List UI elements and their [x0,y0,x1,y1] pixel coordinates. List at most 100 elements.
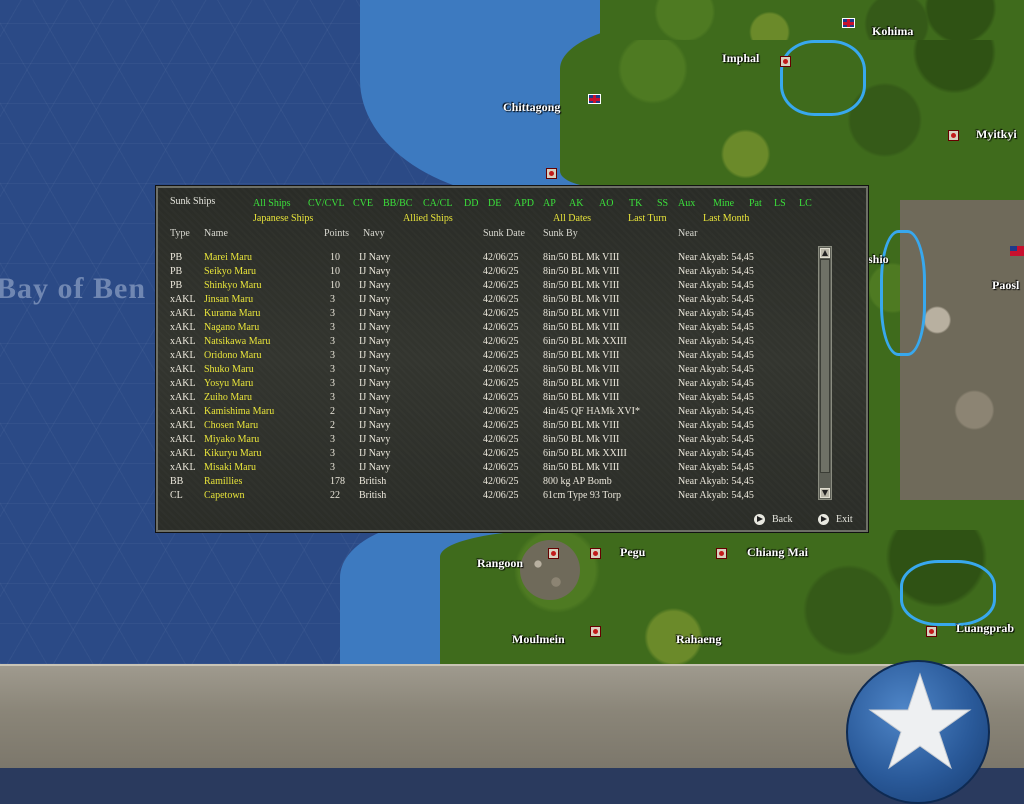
cell-near: Near Akyab: 54,45 [678,364,754,375]
filter-allied-ships[interactable]: Allied Ships [403,213,453,224]
filter-all-ships[interactable]: All Ships [253,198,291,209]
filter-apd[interactable]: APD [514,198,534,209]
unit-marker-icon[interactable] [590,626,601,637]
filter-tk[interactable]: TK [629,198,642,209]
table-row[interactable]: xAKL Yosyu Maru 3 IJ Navy 42/06/25 8in/50 BL … [158,378,818,392]
table-row[interactable]: xAKL Oridono Maru 3 IJ Navy 42/06/25 8in/50 B… [158,350,818,364]
place-label: Pegu [620,545,646,559]
filter-lc[interactable]: LC [799,198,812,209]
cell-points: 22 [330,490,340,501]
filter-cv-cvl[interactable]: CV/CVL [308,198,345,209]
cell-points: 3 [330,392,335,403]
cell-name: Chosen Maru [204,420,259,431]
scroll-up-button[interactable] [820,248,830,258]
cell-sunk-date: 42/06/25 [483,462,519,473]
column-header-near[interactable]: Near [678,228,697,239]
cell-type: xAKL [170,308,196,319]
cell-sunk-by: 8in/50 BL Mk VIII [543,392,620,403]
cell-type: PB [170,280,183,291]
unit-marker-icon[interactable] [590,548,601,559]
exit-button[interactable]: Exit [818,514,853,526]
allied-star-emblem-icon[interactable] [846,660,990,804]
filter-ao[interactable]: AO [599,198,613,209]
table-row[interactable]: xAKL Chosen Maru 2 IJ Navy 42/06/25 8in/50 BL… [158,420,818,434]
column-header-sunk-date[interactable]: Sunk Date [483,228,525,239]
arrow-right-icon [754,514,765,526]
filter-bb-bc[interactable]: BB/BC [383,198,412,209]
unit-marker-icon[interactable] [548,548,559,559]
back-button[interactable]: Back [754,514,793,526]
place-label: Chittagong [503,100,561,114]
cell-sunk-by: 8in/50 BL Mk VIII [543,322,620,333]
filter-ls[interactable]: LS [774,198,786,209]
table-row[interactable]: xAKL Kamishima Maru 2 IJ Navy 42/06/25 4in/45… [158,406,818,420]
unit-marker-icon[interactable] [716,548,727,559]
table-row[interactable]: PB Shinkyo Maru 10 IJ Navy 42/06/25 8in/50 BL… [158,280,818,294]
table-row[interactable]: xAKL Shuko Maru 3 IJ Navy 42/06/25 8in/50 BL … [158,364,818,378]
table-row[interactable]: xAKL Natsikawa Maru 3 IJ Navy 42/06/25 6in/50… [158,336,818,350]
column-header-navy[interactable]: Navy [363,228,385,239]
filter-aux[interactable]: Aux [678,198,695,209]
place-label: Imphal [722,51,760,65]
scroll-down-button[interactable] [820,488,830,498]
filter-ca-cl[interactable]: CA/CL [423,198,452,209]
table-scrollbar[interactable] [818,246,832,500]
china-flag-icon[interactable] [1010,246,1024,256]
column-header-points[interactable]: Points [324,228,349,239]
cell-sunk-by: 4in/45 QF HAMk XVI* [543,406,640,417]
column-header-type[interactable]: Type [170,228,190,239]
table-row[interactable]: xAKL Kikuryu Maru 3 IJ Navy 42/06/25 6in/50 B… [158,448,818,462]
filter-all-dates[interactable]: All Dates [553,213,591,224]
cell-navy: IJ Navy [359,406,391,417]
unit-marker-icon[interactable] [926,626,937,637]
cell-type: xAKL [170,462,196,473]
unit-marker-icon[interactable] [546,168,557,179]
filter-mine[interactable]: Mine [713,198,734,209]
unit-marker-icon[interactable] [948,130,959,141]
filter-cve[interactable]: CVE [353,198,373,209]
unit-marker-icon[interactable] [780,56,791,67]
place-label: shio [868,252,889,266]
filter-de[interactable]: DE [488,198,501,209]
cell-type: PB [170,266,183,277]
cell-type: CL [170,490,183,501]
table-row[interactable]: xAKL Nagano Maru 3 IJ Navy 42/06/25 8in/50 BL… [158,322,818,336]
cell-name: Capetown [204,490,245,501]
filter-last-turn[interactable]: Last Turn [628,213,667,224]
cell-navy: IJ Navy [359,280,391,291]
filter-dd[interactable]: DD [464,198,478,209]
scrollbar-thumb[interactable] [820,259,830,473]
table-row[interactable]: xAKL Misaki Maru 3 IJ Navy 42/06/25 8in/50 BL… [158,462,818,476]
river [900,560,996,626]
table-row[interactable]: PB Marei Maru 10 IJ Navy 42/06/25 8in/50 BL M… [158,252,818,266]
uk-flag-icon[interactable] [842,18,855,28]
cell-type: xAKL [170,392,196,403]
filter-ss[interactable]: SS [657,198,668,209]
column-header-sunk-by[interactable]: Sunk By [543,228,578,239]
cell-type: xAKL [170,350,196,361]
table-row[interactable]: xAKL Zuiho Maru 3 IJ Navy 42/06/25 8in/50 BL … [158,392,818,406]
cell-sunk-by: 8in/50 BL Mk VIII [543,420,620,431]
table-row[interactable]: xAKL Kurama Maru 3 IJ Navy 42/06/25 8in/50 BL… [158,308,818,322]
column-header-name[interactable]: Name [204,228,228,239]
filter-ak[interactable]: AK [569,198,583,209]
cell-sunk-by: 8in/50 BL Mk VIII [543,350,620,361]
table-row[interactable]: BB Ramillies 178 British 42/06/25 800 kg AP B… [158,476,818,490]
cell-navy: British [359,490,387,501]
table-row[interactable]: CL Capetown 22 British 42/06/25 61cm Type 93 … [158,490,818,504]
filter-last-month[interactable]: Last Month [703,213,749,224]
cell-navy: IJ Navy [359,308,391,319]
sunk-ships-dialog: Sunk Ships All Ships CV/CVL CVE BB/BC CA… [156,186,868,532]
filter-japanese-ships[interactable]: Japanese Ships [253,213,313,224]
table-row[interactable]: PB Seikyo Maru 10 IJ Navy 42/06/25 8in/50 BL … [158,266,818,280]
cell-sunk-date: 42/06/25 [483,252,519,263]
cell-name: Shinkyo Maru [204,280,262,291]
uk-flag-icon[interactable] [588,94,601,104]
cell-sunk-date: 42/06/25 [483,336,519,347]
filter-pat[interactable]: Pat [749,198,762,209]
cell-points: 10 [330,266,340,277]
table-row[interactable]: xAKL Miyako Maru 3 IJ Navy 42/06/25 8in/50 BL… [158,434,818,448]
cell-near: Near Akyab: 54,45 [678,350,754,361]
filter-ap[interactable]: AP [543,198,556,209]
table-row[interactable]: xAKL Jinsan Maru 3 IJ Navy 42/06/25 8in/50 BL… [158,294,818,308]
